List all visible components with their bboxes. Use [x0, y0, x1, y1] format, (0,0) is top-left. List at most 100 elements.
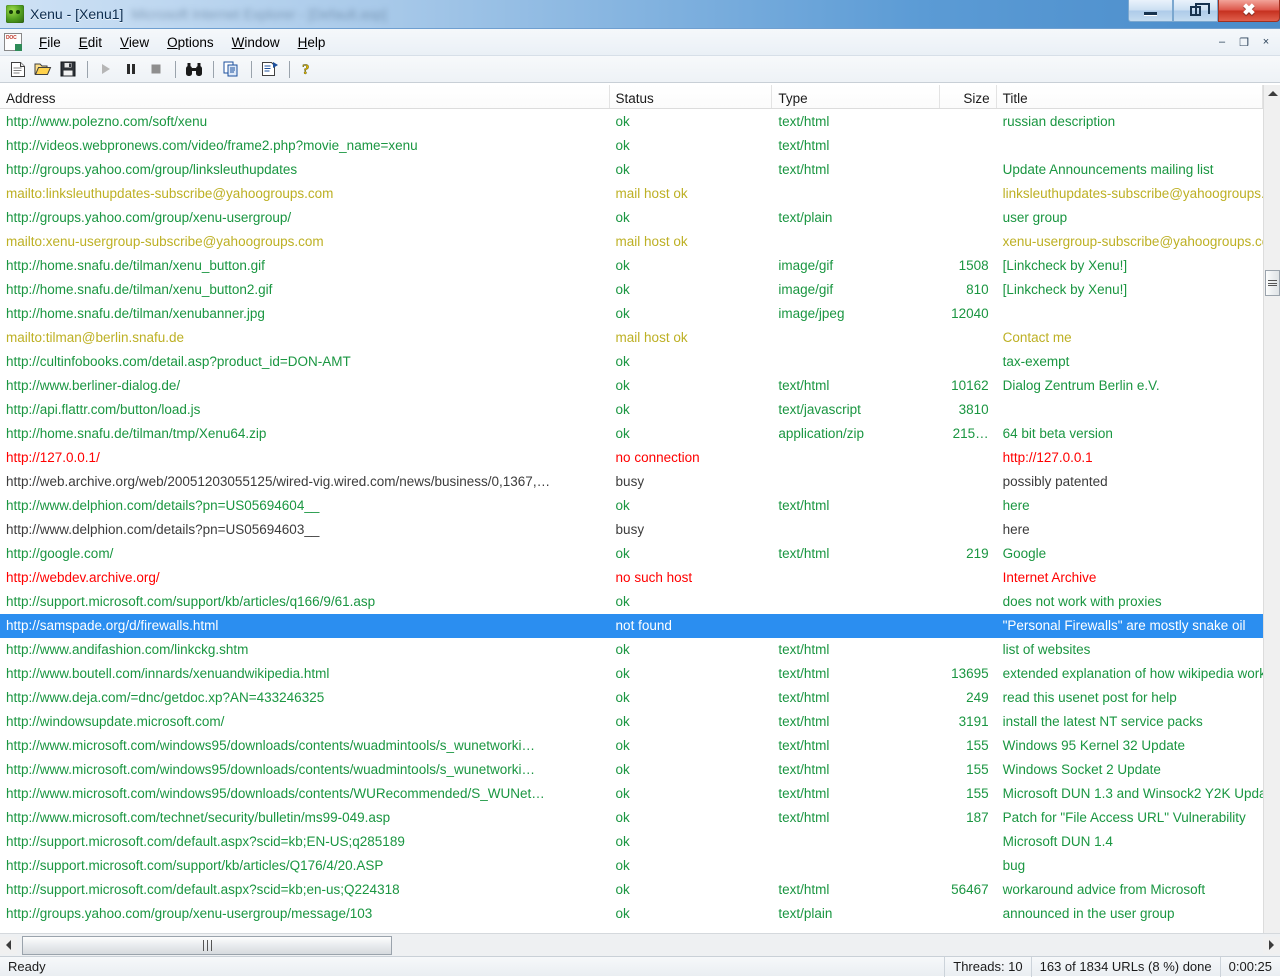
cell-size: 3810 [940, 398, 996, 422]
cell-address: http://google.com/ [0, 542, 610, 566]
cell-type: text/html [772, 734, 940, 758]
pause-button[interactable] [119, 58, 142, 80]
table-row[interactable]: http://www.delphion.com/details?pn=US056… [0, 494, 1263, 518]
menu-item-options[interactable]: Options [158, 32, 223, 53]
table-row[interactable]: http://www.microsoft.com/windows95/downl… [0, 758, 1263, 782]
table-row[interactable]: http://groups.yahoo.com/group/xenu-userg… [0, 902, 1263, 926]
menu-item-edit[interactable]: Edit [70, 32, 111, 53]
scroll-left-button[interactable] [0, 937, 17, 954]
new-file-button[interactable] [6, 58, 29, 80]
vertical-scrollbar-thumb[interactable] [1265, 270, 1280, 296]
cell-address: http://home.snafu.de/tilman/tmp/Xenu64.z… [0, 422, 610, 446]
menu-item-help[interactable]: Help [289, 32, 335, 53]
cell-status: ok [610, 134, 773, 158]
table-row[interactable]: http://home.snafu.de/tilman/tmp/Xenu64.z… [0, 422, 1263, 446]
help-button[interactable]: ? [296, 58, 319, 80]
pause-icon [124, 62, 138, 76]
column-header-address[interactable]: Address [0, 85, 610, 108]
mdi-minimize-button[interactable]: – [1212, 33, 1232, 51]
table-row[interactable]: http://www.polezno.com/soft/xenuoktext/h… [0, 110, 1263, 134]
table-row[interactable]: http://support.microsoft.com/default.asp… [0, 878, 1263, 902]
table-row[interactable]: http://google.com/oktext/html219Google [0, 542, 1263, 566]
horizontal-scrollbar-thumb[interactable] [22, 936, 392, 955]
minimize-button[interactable] [1128, 0, 1173, 22]
table-row[interactable]: http://www.berliner-dialog.de/oktext/htm… [0, 374, 1263, 398]
table-row[interactable]: http://www.boutell.com/innards/xenuandwi… [0, 662, 1263, 686]
cell-size: 3191 [940, 710, 996, 734]
column-header-type[interactable]: Type [772, 85, 940, 108]
scroll-right-button[interactable] [1263, 937, 1280, 954]
scroll-up-button[interactable] [1264, 85, 1280, 102]
cell-address: http://www.delphion.com/details?pn=US056… [0, 494, 610, 518]
table-row[interactable]: http://www.andifashion.com/linkckg.shtmo… [0, 638, 1263, 662]
table-row[interactable]: http://support.microsoft.com/default.asp… [0, 830, 1263, 854]
cell-address: http://www.andifashion.com/linkckg.shtm [0, 638, 610, 662]
table-row[interactable]: mailto:linksleuthupdates-subscribe@yahoo… [0, 182, 1263, 206]
url-list-panel: Address Status Type Size Title http://ww… [0, 85, 1280, 956]
vertical-scrollbar[interactable] [1263, 85, 1280, 956]
column-header-status[interactable]: Status [610, 85, 773, 108]
cell-address: http://support.microsoft.com/default.asp… [0, 830, 610, 854]
close-button[interactable]: ✖ [1218, 0, 1280, 22]
properties-button[interactable] [258, 58, 281, 80]
open-folder-button[interactable] [31, 58, 54, 80]
cell-title: Update Announcements mailing list [997, 158, 1263, 182]
cell-status: ok [610, 422, 773, 446]
status-threads: Threads: 10 [944, 957, 1030, 977]
column-header-title[interactable]: Title [997, 85, 1263, 108]
mdi-restore-button[interactable]: ❐ [1234, 33, 1254, 51]
table-row[interactable]: http://windowsupdate.microsoft.com/oktex… [0, 710, 1263, 734]
horizontal-scrollbar-track[interactable] [17, 935, 1263, 956]
cell-type: text/plain [772, 206, 940, 230]
stop-button[interactable] [144, 58, 167, 80]
cell-status: ok [610, 110, 773, 134]
mdi-close-button[interactable]: × [1256, 33, 1276, 51]
table-row[interactable]: http://home.snafu.de/tilman/xenubanner.j… [0, 302, 1263, 326]
table-row[interactable]: http://home.snafu.de/tilman/xenu_button.… [0, 254, 1263, 278]
menu-item-window[interactable]: Window [223, 32, 289, 53]
table-row[interactable]: http://samspade.org/d/firewalls.htmlnot … [0, 614, 1263, 638]
column-header-size[interactable]: Size [940, 85, 996, 108]
cell-type: image/gif [772, 254, 940, 278]
cell-status: ok [610, 686, 773, 710]
table-row[interactable]: http://www.microsoft.com/technet/securit… [0, 806, 1263, 830]
listview-header[interactable]: Address Status Type Size Title [0, 85, 1263, 109]
table-row[interactable]: http://www.microsoft.com/windows95/downl… [0, 734, 1263, 758]
table-row[interactable]: http://web.archive.org/web/2005120305512… [0, 470, 1263, 494]
table-row[interactable]: http://home.snafu.de/tilman/xenu_button2… [0, 278, 1263, 302]
cell-size: 13695 [940, 662, 996, 686]
table-row[interactable]: http://groups.yahoo.com/group/linksleuth… [0, 158, 1263, 182]
table-row[interactable]: http://support.microsoft.com/support/kb/… [0, 854, 1263, 878]
table-row[interactable]: mailto:tilman@berlin.snafu.demail host o… [0, 326, 1263, 350]
maximize-button[interactable] [1173, 0, 1218, 22]
play-button[interactable] [94, 58, 117, 80]
find-button[interactable] [182, 58, 205, 80]
table-row[interactable]: http://api.flattr.com/button/load.jsokte… [0, 398, 1263, 422]
cell-title: bug [997, 854, 1263, 878]
table-row[interactable]: http://127.0.0.1/no connectionhttp://127… [0, 446, 1263, 470]
cell-status: ok [610, 782, 773, 806]
table-row[interactable]: http://support.microsoft.com/support/kb/… [0, 590, 1263, 614]
table-row[interactable]: mailto:xenu-usergroup-subscribe@yahoogro… [0, 230, 1263, 254]
cell-status: ok [610, 902, 773, 926]
cell-type: text/html [772, 542, 940, 566]
table-row[interactable]: http://groups.yahoo.com/group/xenu-userg… [0, 206, 1263, 230]
table-row[interactable]: http://cultinfobooks.com/detail.asp?prod… [0, 350, 1263, 374]
save-button[interactable] [56, 58, 79, 80]
mdi-document-icon[interactable] [4, 33, 22, 51]
cell-status: ok [610, 638, 773, 662]
table-row[interactable]: http://videos.webpronews.com/video/frame… [0, 134, 1263, 158]
horizontal-scrollbar[interactable] [0, 933, 1280, 956]
url-listview[interactable]: Address Status Type Size Title http://ww… [0, 85, 1263, 956]
cell-address: http://windowsupdate.microsoft.com/ [0, 710, 610, 734]
window-titlebar[interactable]: Xenu - [Xenu1] Microsoft Internet Explor… [0, 0, 1280, 29]
copy-button[interactable] [220, 58, 243, 80]
table-row[interactable]: http://www.deja.com/=dnc/getdoc.xp?AN=43… [0, 686, 1263, 710]
menu-item-file[interactable]: File [30, 32, 70, 53]
open-folder-icon [34, 61, 52, 77]
table-row[interactable]: http://webdev.archive.org/no such hostIn… [0, 566, 1263, 590]
table-row[interactable]: http://www.delphion.com/details?pn=US056… [0, 518, 1263, 542]
cell-type: text/html [772, 686, 940, 710]
table-row[interactable]: http://www.microsoft.com/windows95/downl… [0, 782, 1263, 806]
menu-item-view[interactable]: View [111, 32, 158, 53]
